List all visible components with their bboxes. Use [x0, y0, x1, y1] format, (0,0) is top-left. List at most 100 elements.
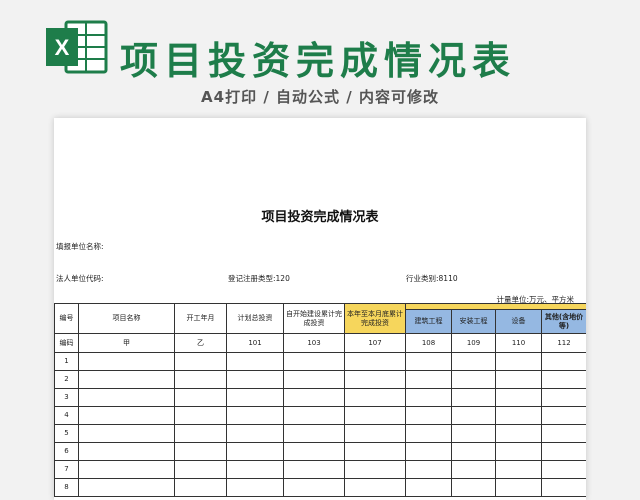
- data-cell[interactable]: [451, 352, 496, 371]
- table-row: 4: [54, 406, 586, 425]
- data-cell[interactable]: [344, 352, 406, 371]
- data-cell[interactable]: [174, 352, 227, 371]
- data-cell[interactable]: [174, 460, 227, 479]
- data-cell[interactable]: [344, 370, 406, 389]
- header-cell: 自开始建设累计完成投资: [283, 303, 345, 334]
- data-cell[interactable]: [174, 424, 227, 443]
- data-cell[interactable]: [451, 478, 496, 497]
- data-cell[interactable]: [405, 352, 452, 371]
- data-cell[interactable]: [344, 424, 406, 443]
- data-cell[interactable]: [344, 460, 406, 479]
- header-cell: 开工年月: [174, 303, 227, 334]
- data-cell[interactable]: [541, 370, 586, 389]
- data-cell[interactable]: [78, 388, 175, 407]
- data-cell[interactable]: [541, 424, 586, 443]
- row-number-cell[interactable]: 5: [54, 424, 79, 443]
- data-cell[interactable]: [405, 370, 452, 389]
- row-number-cell[interactable]: 2: [54, 370, 79, 389]
- row-number-cell[interactable]: 7: [54, 460, 79, 479]
- data-cell[interactable]: [495, 424, 542, 443]
- table-row: 3: [54, 388, 586, 407]
- data-cell[interactable]: [174, 478, 227, 497]
- data-cell[interactable]: [451, 370, 496, 389]
- data-cell[interactable]: [226, 460, 284, 479]
- data-cell[interactable]: [226, 370, 284, 389]
- data-cell[interactable]: [541, 478, 586, 497]
- header-cell: 编号: [54, 303, 79, 334]
- data-cell[interactable]: [283, 352, 345, 371]
- data-cell[interactable]: [344, 388, 406, 407]
- data-cell[interactable]: [226, 406, 284, 425]
- data-cell[interactable]: [283, 424, 345, 443]
- data-cell[interactable]: [495, 370, 542, 389]
- data-cell[interactable]: [541, 352, 586, 371]
- data-cell[interactable]: [405, 460, 452, 479]
- table-row: 1: [54, 352, 586, 371]
- document-title: 项目投资完成情况表: [261, 210, 379, 225]
- data-cell[interactable]: [226, 352, 284, 371]
- data-cell[interactable]: [78, 424, 175, 443]
- header-cell: 其他(含地价等): [541, 309, 586, 334]
- data-cell[interactable]: [174, 406, 227, 425]
- data-cell[interactable]: [405, 388, 452, 407]
- registration-type-label: 登记注册类型:120: [228, 274, 290, 283]
- data-cell[interactable]: [226, 424, 284, 443]
- data-cell[interactable]: [78, 442, 175, 461]
- table-row: 6: [54, 442, 586, 461]
- data-cell[interactable]: [78, 370, 175, 389]
- data-cell[interactable]: [226, 442, 284, 461]
- data-cell[interactable]: [283, 406, 345, 425]
- data-cell[interactable]: [451, 388, 496, 407]
- legal-code-label: 法人单位代码:: [56, 274, 104, 283]
- data-cell[interactable]: [174, 370, 227, 389]
- data-cell[interactable]: [405, 406, 452, 425]
- data-cell[interactable]: [226, 478, 284, 497]
- data-cell[interactable]: [174, 442, 227, 461]
- header-cell: 设备: [495, 309, 542, 334]
- data-cell[interactable]: [78, 460, 175, 479]
- row-number-cell[interactable]: 1: [54, 352, 79, 371]
- data-cell[interactable]: [451, 424, 496, 443]
- data-cell[interactable]: [451, 460, 496, 479]
- banner-title: 项目投资完成情况表: [120, 39, 517, 83]
- data-cell[interactable]: [283, 370, 345, 389]
- data-cell[interactable]: [495, 388, 542, 407]
- row-number-cell[interactable]: 3: [54, 388, 79, 407]
- data-cell[interactable]: [541, 460, 586, 479]
- data-cell[interactable]: [541, 442, 586, 461]
- data-cell[interactable]: [174, 388, 227, 407]
- data-cell[interactable]: [541, 388, 586, 407]
- data-cell[interactable]: [495, 460, 542, 479]
- data-cell[interactable]: [451, 406, 496, 425]
- promo-banner: X 项目投资完成情况表 A4打印 / 自动公式 / 内容可修改: [0, 0, 640, 118]
- data-cell[interactable]: [405, 424, 452, 443]
- header-cell: 本年至本月底累计完成投资: [344, 303, 406, 334]
- data-cell[interactable]: [405, 442, 452, 461]
- data-cell[interactable]: [283, 478, 345, 497]
- data-cell[interactable]: [78, 352, 175, 371]
- header-cell: 建筑工程: [405, 309, 452, 334]
- table-row: 5: [54, 424, 586, 443]
- data-cell[interactable]: [495, 478, 542, 497]
- data-cell[interactable]: [344, 478, 406, 497]
- data-cell[interactable]: [495, 442, 542, 461]
- banner-subtitle: A4打印 / 自动公式 / 内容可修改: [201, 88, 439, 106]
- data-cell[interactable]: [78, 478, 175, 497]
- data-cell[interactable]: [283, 460, 345, 479]
- header-cell: 项目名称: [78, 303, 175, 334]
- data-cell[interactable]: [226, 388, 284, 407]
- data-cell[interactable]: [405, 478, 452, 497]
- row-number-cell[interactable]: 8: [54, 478, 79, 497]
- data-cell[interactable]: [78, 406, 175, 425]
- data-cell[interactable]: [495, 352, 542, 371]
- header-cell: 安装工程: [451, 309, 496, 334]
- data-cell[interactable]: [495, 406, 542, 425]
- data-cell[interactable]: [451, 442, 496, 461]
- row-number-cell[interactable]: 6: [54, 442, 79, 461]
- data-cell[interactable]: [541, 406, 586, 425]
- data-cell[interactable]: [344, 406, 406, 425]
- data-cell[interactable]: [283, 442, 345, 461]
- data-cell[interactable]: [283, 388, 345, 407]
- data-cell[interactable]: [344, 442, 406, 461]
- row-number-cell[interactable]: 4: [54, 406, 79, 425]
